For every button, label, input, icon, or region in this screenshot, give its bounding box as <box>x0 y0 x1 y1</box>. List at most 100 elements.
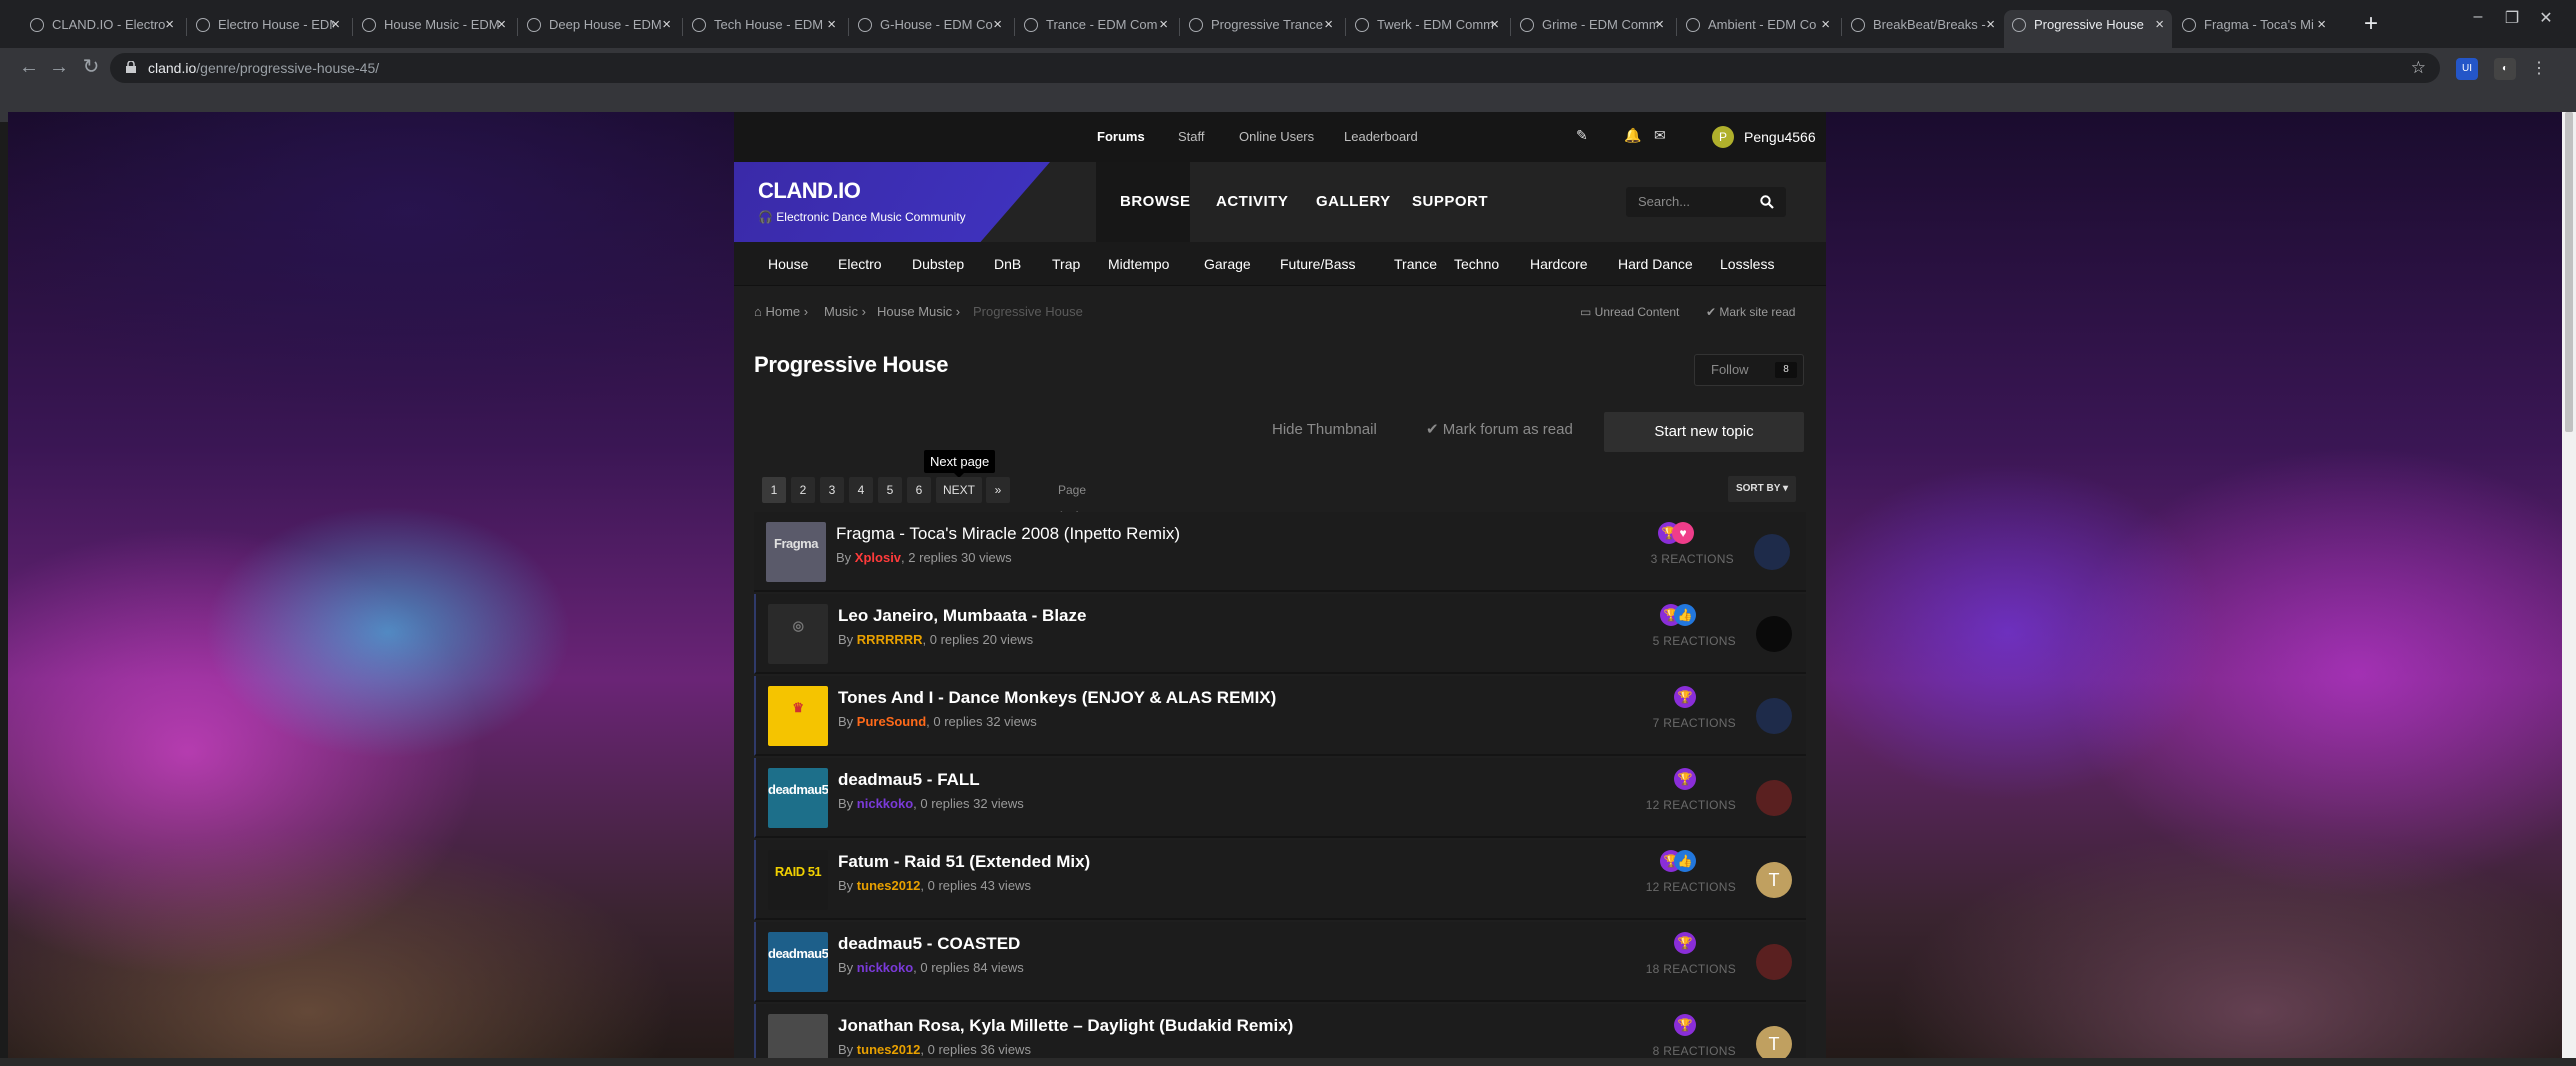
userbar-link-online-users[interactable]: Online Users <box>1239 112 1314 162</box>
topic-title[interactable]: Jonathan Rosa, Kyla Millette – Daylight … <box>838 1016 1293 1036</box>
topic-thumbnail[interactable]: RAID 51 <box>768 850 828 910</box>
browser-tab[interactable]: Progressive House × <box>2004 10 2172 48</box>
nav-activity[interactable]: ACTIVITY <box>1216 162 1288 242</box>
topic-title[interactable]: Fragma - Toca's Miracle 2008 (Inpetto Re… <box>836 524 1180 544</box>
last-poster-avatar[interactable]: T <box>1756 1026 1792 1058</box>
page-button[interactable]: 2 <box>791 477 815 503</box>
menu-icon[interactable]: ⋮ <box>2528 58 2550 80</box>
start-new-topic-button[interactable]: Start new topic <box>1604 412 1804 452</box>
userbar-link-staff[interactable]: Staff <box>1178 112 1205 162</box>
unread-content-link[interactable]: ▭ Unread Content <box>1580 292 1679 332</box>
topic-row[interactable]: RAID 51 Fatum - Raid 51 (Extended Mix) By … <box>754 840 1806 920</box>
page-button[interactable]: » <box>986 477 1010 503</box>
topic-title[interactable]: Tones And I - Dance Monkeys (ENJOY & ALA… <box>838 688 1276 708</box>
browser-tab[interactable]: BreakBeat/Breaks - × <box>1843 10 2003 48</box>
close-window-button[interactable]: ✕ <box>2526 8 2566 28</box>
search-box[interactable]: Search... <box>1626 187 1786 217</box>
topic-author[interactable]: PureSound <box>857 714 926 729</box>
nav-support[interactable]: SUPPORT <box>1412 162 1488 242</box>
topic-thumbnail[interactable]: ◎ <box>768 604 828 664</box>
userbar-link-forums[interactable]: Forums <box>1097 112 1145 162</box>
browser-tab[interactable]: Trance - EDM Com × <box>1016 10 1176 48</box>
topic-row[interactable]: ♛ Tones And I - Dance Monkeys (ENJOY & AL… <box>754 676 1806 756</box>
topic-title[interactable]: Leo Janeiro, Mumbaata - Blaze <box>838 606 1086 626</box>
topic-row[interactable]: Fragma Fragma - Toca's Miracle 2008 (Inpe… <box>754 512 1806 592</box>
browser-tab[interactable]: House Music - EDM × <box>354 10 514 48</box>
last-poster-avatar[interactable] <box>1756 944 1792 980</box>
last-poster-avatar[interactable] <box>1756 780 1792 816</box>
follow-button[interactable]: Follow 8 <box>1694 354 1804 386</box>
tab-close-icon[interactable]: × <box>662 10 671 40</box>
topic-title[interactable]: deadmau5 - COASTED <box>838 934 1020 954</box>
nav-browse[interactable]: BROWSE <box>1120 162 1191 242</box>
breadcrumb-house-music[interactable]: House Music › <box>877 292 960 332</box>
page-button[interactable]: 6 <box>907 477 931 503</box>
page-button[interactable]: 5 <box>878 477 902 503</box>
topic-author[interactable]: nickkoko <box>857 960 913 975</box>
reload-icon[interactable]: ↻ <box>78 54 104 80</box>
site-logo[interactable]: CLAND.IO 🎧 Electronic Dance Music Commun… <box>734 162 1050 242</box>
genre-link[interactable]: DnB <box>994 242 1021 286</box>
page-button[interactable]: NEXT <box>936 477 982 503</box>
last-poster-avatar[interactable]: T <box>1756 862 1792 898</box>
genre-link[interactable]: Lossless <box>1720 242 1774 286</box>
tab-close-icon[interactable]: × <box>1655 10 1664 40</box>
topic-author[interactable]: tunes2012 <box>857 878 921 893</box>
nav-gallery[interactable]: GALLERY <box>1316 162 1391 242</box>
genre-link[interactable]: Midtempo <box>1108 242 1169 286</box>
tab-close-icon[interactable]: × <box>1986 10 1995 40</box>
topic-thumbnail[interactable]: deadmau5 <box>768 932 828 992</box>
browser-tab[interactable]: Deep House - EDM × <box>519 10 679 48</box>
browser-tab[interactable]: Ambient - EDM Co × <box>1678 10 1838 48</box>
genre-link[interactable]: Dubstep <box>912 242 964 286</box>
browser-tab[interactable]: G-House - EDM Co × <box>850 10 1010 48</box>
topic-row[interactable]: deadmau5 deadmau5 - COASTED By nickkoko, 0… <box>754 922 1806 1002</box>
browser-tab[interactable]: CLAND.IO - Electro × <box>22 10 182 48</box>
last-poster-avatar[interactable] <box>1756 616 1792 652</box>
mark-forum-read-button[interactable]: ✔ Mark forum as read <box>1426 412 1573 448</box>
genre-link[interactable]: Electro <box>838 242 882 286</box>
breadcrumb-home[interactable]: ⌂ Home › <box>754 292 808 332</box>
tab-close-icon[interactable]: × <box>2317 10 2326 40</box>
userbar-link-leaderboard[interactable]: Leaderboard <box>1344 112 1418 162</box>
topic-row[interactable]: deadmau5 deadmau5 - FALL By nickkoko, 0 re… <box>754 758 1806 838</box>
page-button[interactable]: 1 <box>762 477 786 503</box>
topic-thumbnail[interactable] <box>768 1014 828 1058</box>
address-bar[interactable]: cland.io/genre/progressive-house-45/ ☆ <box>110 53 2440 83</box>
mail-icon[interactable]: ✉ <box>1654 127 1666 144</box>
genre-link[interactable]: Future/Bass <box>1280 242 1355 286</box>
scrollbar-thumb[interactable] <box>2565 112 2573 432</box>
topic-author[interactable]: nickkoko <box>857 796 913 811</box>
breadcrumb-music[interactable]: Music › <box>824 292 866 332</box>
tab-close-icon[interactable]: × <box>1821 10 1830 40</box>
bell-icon[interactable]: 🔔 <box>1624 127 1641 144</box>
topic-author[interactable]: RRRRRRR <box>857 632 923 647</box>
genre-link[interactable]: Techno <box>1454 242 1499 286</box>
tab-close-icon[interactable]: × <box>2155 10 2164 40</box>
tab-close-icon[interactable]: × <box>1490 10 1499 40</box>
browser-tab[interactable]: Tech House - EDM × <box>684 10 844 48</box>
topic-author[interactable]: tunes2012 <box>857 1042 921 1057</box>
tab-close-icon[interactable]: × <box>993 10 1002 40</box>
new-tab-button[interactable]: + <box>2358 12 2384 38</box>
hide-thumbnail-button[interactable]: Hide Thumbnail <box>1272 412 1377 448</box>
topic-row[interactable]: ◎ Leo Janeiro, Mumbaata - Blaze By RRRRRRR… <box>754 594 1806 674</box>
genre-link[interactable]: Hard Dance <box>1618 242 1693 286</box>
browser-tab[interactable]: Progressive Trance × <box>1181 10 1341 48</box>
last-poster-avatar[interactable] <box>1756 698 1792 734</box>
topic-author[interactable]: Xplosiv <box>855 550 901 565</box>
last-poster-avatar[interactable] <box>1754 534 1790 570</box>
topic-thumbnail[interactable]: ♛ <box>768 686 828 746</box>
genre-link[interactable]: Garage <box>1204 242 1251 286</box>
genre-link[interactable]: Trap <box>1052 242 1080 286</box>
topic-title[interactable]: deadmau5 - FALL <box>838 770 980 790</box>
genre-link[interactable]: Trance <box>1394 242 1437 286</box>
topic-title[interactable]: Fatum - Raid 51 (Extended Mix) <box>838 852 1090 872</box>
tab-close-icon[interactable]: × <box>165 10 174 40</box>
browser-tab[interactable]: Twerk - EDM Comm × <box>1347 10 1507 48</box>
tab-close-icon[interactable]: × <box>1159 10 1168 40</box>
tab-close-icon[interactable]: × <box>497 10 506 40</box>
extension-icon[interactable]: ◐ <box>2494 58 2516 80</box>
bookmark-star-icon[interactable]: ☆ <box>2411 53 2426 83</box>
browser-tab[interactable]: Electro House - EDM × <box>188 10 348 48</box>
